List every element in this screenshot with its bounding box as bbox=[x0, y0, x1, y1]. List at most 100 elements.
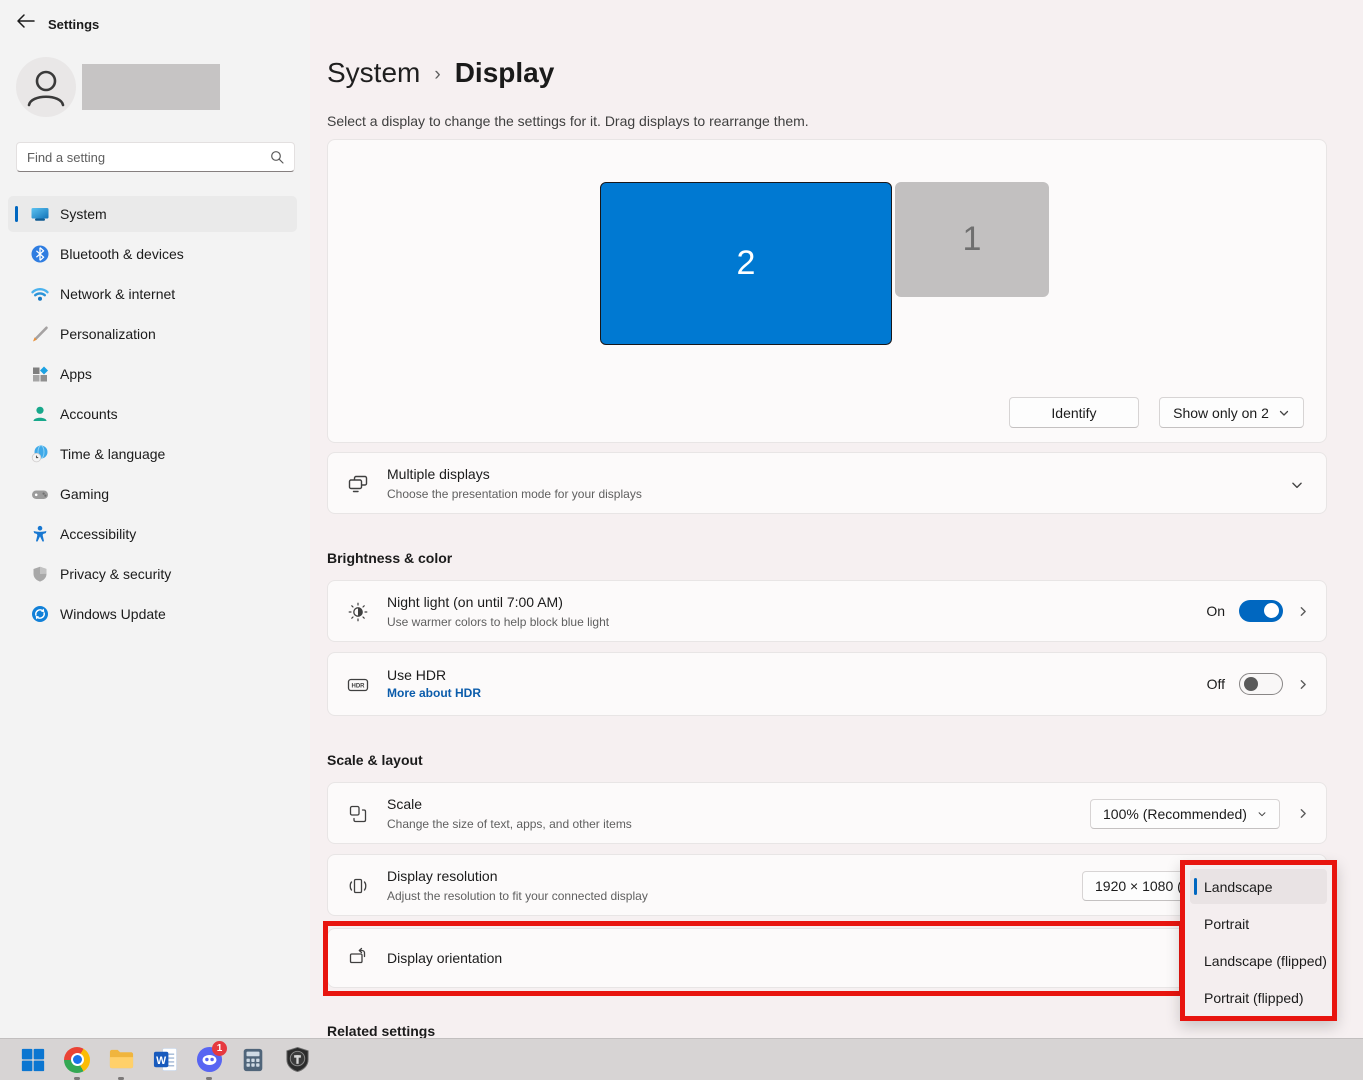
resolution-icon bbox=[346, 874, 370, 898]
sidebar-item-accounts[interactable]: Accounts bbox=[8, 396, 297, 432]
monitor-2-number: 2 bbox=[737, 244, 756, 283]
breadcrumb: System › Display bbox=[327, 57, 554, 89]
chevron-right-icon[interactable] bbox=[1297, 605, 1310, 618]
gamepad-icon bbox=[30, 484, 50, 504]
section-scale-layout: Scale & layout bbox=[327, 752, 423, 768]
shield-icon bbox=[30, 564, 50, 584]
sidebar-item-apps[interactable]: Apps bbox=[8, 356, 297, 392]
start-button[interactable] bbox=[19, 1046, 47, 1074]
chevron-down-icon[interactable] bbox=[1290, 478, 1304, 497]
option-portrait[interactable]: Portrait bbox=[1190, 906, 1327, 941]
page-description: Select a display to change the settings … bbox=[327, 113, 809, 129]
globe-clock-icon bbox=[30, 444, 50, 464]
sidebar-item-label: Gaming bbox=[60, 486, 109, 502]
search-icon[interactable] bbox=[270, 150, 285, 170]
sidebar-item-time-language[interactable]: Time & language bbox=[8, 436, 297, 472]
chevron-down-icon bbox=[1278, 407, 1290, 419]
running-indicator bbox=[206, 1077, 212, 1080]
update-refresh-icon bbox=[30, 604, 50, 624]
accessibility-person-icon bbox=[30, 524, 50, 544]
night-light-row[interactable]: Night light (on until 7:00 AM) Use warme… bbox=[327, 580, 1327, 642]
row-subtitle: Change the size of text, apps, and other… bbox=[387, 817, 632, 831]
option-landscape[interactable]: Landscape bbox=[1190, 869, 1327, 904]
row-title: Use HDR bbox=[387, 667, 446, 683]
taskbar-file-explorer[interactable] bbox=[107, 1046, 135, 1074]
row-subtitle: Use warmer colors to help block blue lig… bbox=[387, 615, 609, 629]
monitor-1-number: 1 bbox=[963, 220, 982, 259]
chevron-right-icon[interactable] bbox=[1297, 678, 1310, 691]
taskbar-word[interactable]: W bbox=[151, 1046, 179, 1074]
sidebar-item-label: Privacy & security bbox=[60, 566, 171, 582]
orientation-icon bbox=[346, 946, 370, 970]
system-icon bbox=[30, 204, 50, 224]
scale-icon bbox=[346, 802, 370, 826]
chevron-right-icon[interactable] bbox=[1297, 807, 1310, 820]
scale-row[interactable]: Scale Change the size of text, apps, and… bbox=[327, 782, 1327, 844]
row-subtitle: Adjust the resolution to fit your connec… bbox=[387, 889, 648, 903]
night-light-toggle[interactable] bbox=[1239, 600, 1283, 622]
monitor-1[interactable]: 1 bbox=[895, 182, 1049, 297]
selected-accent-bar bbox=[1194, 878, 1197, 895]
hdr-toggle[interactable] bbox=[1239, 673, 1283, 695]
toggle-state-label: On bbox=[1206, 603, 1225, 619]
sidebar-item-windows-update[interactable]: Windows Update bbox=[8, 596, 297, 632]
svg-text:HDR: HDR bbox=[352, 684, 366, 690]
orientation-dropdown: Landscape Portrait Landscape (flipped) P… bbox=[1180, 860, 1337, 1021]
calculator-icon bbox=[240, 1047, 266, 1073]
taskbar-world-of-tanks[interactable] bbox=[283, 1046, 311, 1074]
notification-badge: 1 bbox=[212, 1041, 227, 1056]
svg-text:W: W bbox=[156, 1055, 166, 1067]
sidebar: Settings System B bbox=[0, 0, 310, 1038]
row-title: Display resolution bbox=[387, 868, 498, 884]
tank-game-icon bbox=[284, 1046, 311, 1073]
sidebar-item-personalization[interactable]: Personalization bbox=[8, 316, 297, 352]
sidebar-item-label: Time & language bbox=[60, 446, 165, 462]
row-title: Display orientation bbox=[387, 950, 502, 966]
taskbar-discord[interactable]: 1 bbox=[195, 1046, 223, 1074]
identify-button[interactable]: Identify bbox=[1009, 397, 1139, 428]
sidebar-item-network-internet[interactable]: Network & internet bbox=[8, 276, 297, 312]
bluetooth-icon bbox=[30, 244, 50, 264]
more-about-hdr-link[interactable]: More about HDR bbox=[387, 686, 481, 700]
multiple-displays-row[interactable]: Multiple displays Choose the presentatio… bbox=[327, 452, 1327, 514]
sidebar-item-gaming[interactable]: Gaming bbox=[8, 476, 297, 512]
breadcrumb-separator: › bbox=[434, 64, 440, 86]
selected-accent-bar bbox=[15, 206, 18, 222]
sidebar-item-label: Personalization bbox=[60, 326, 156, 342]
option-portrait-flipped[interactable]: Portrait (flipped) bbox=[1190, 980, 1327, 1015]
display-resolution-row[interactable]: Display resolution Adjust the resolution… bbox=[327, 854, 1327, 916]
sidebar-item-label: Network & internet bbox=[60, 286, 175, 302]
sidebar-item-bluetooth-devices[interactable]: Bluetooth & devices bbox=[8, 236, 297, 272]
sidebar-item-privacy-security[interactable]: Privacy & security bbox=[8, 556, 297, 592]
taskbar: W 1 bbox=[0, 1038, 1363, 1080]
accounts-person-icon bbox=[30, 404, 50, 424]
section-related-settings: Related settings bbox=[327, 1023, 435, 1039]
row-title: Multiple displays bbox=[387, 466, 490, 482]
sidebar-item-accessibility[interactable]: Accessibility bbox=[8, 516, 297, 552]
option-landscape-flipped[interactable]: Landscape (flipped) bbox=[1190, 943, 1327, 978]
toggle-state-label: Off bbox=[1207, 676, 1225, 692]
display-orientation-row[interactable]: Display orientation bbox=[327, 928, 1327, 988]
hdr-icon: HDR bbox=[346, 673, 370, 697]
back-icon[interactable] bbox=[16, 13, 40, 33]
word-icon: W bbox=[152, 1046, 179, 1073]
apps-icon bbox=[30, 364, 50, 384]
sidebar-item-label: Windows Update bbox=[60, 606, 166, 622]
user-name-redacted bbox=[82, 64, 220, 110]
scale-select[interactable]: 100% (Recommended) bbox=[1090, 799, 1280, 829]
search-box[interactable] bbox=[16, 142, 295, 172]
display-arrangement-card: 2 1 Identify Show only on 2 bbox=[327, 139, 1327, 443]
monitor-2[interactable]: 2 bbox=[600, 182, 892, 345]
use-hdr-row[interactable]: HDR Use HDR More about HDR Off bbox=[327, 652, 1327, 716]
app-title: Settings bbox=[48, 17, 99, 32]
sidebar-item-system[interactable]: System bbox=[8, 196, 297, 232]
breadcrumb-system[interactable]: System bbox=[327, 57, 420, 89]
taskbar-chrome[interactable] bbox=[63, 1046, 91, 1074]
section-brightness-color: Brightness & color bbox=[327, 550, 452, 566]
show-only-dropdown[interactable]: Show only on 2 bbox=[1159, 397, 1304, 428]
taskbar-calculator[interactable] bbox=[239, 1046, 267, 1074]
user-avatar[interactable] bbox=[16, 57, 76, 117]
sidebar-item-label: System bbox=[60, 206, 107, 222]
search-input[interactable] bbox=[27, 143, 257, 171]
row-title: Scale bbox=[387, 796, 422, 812]
